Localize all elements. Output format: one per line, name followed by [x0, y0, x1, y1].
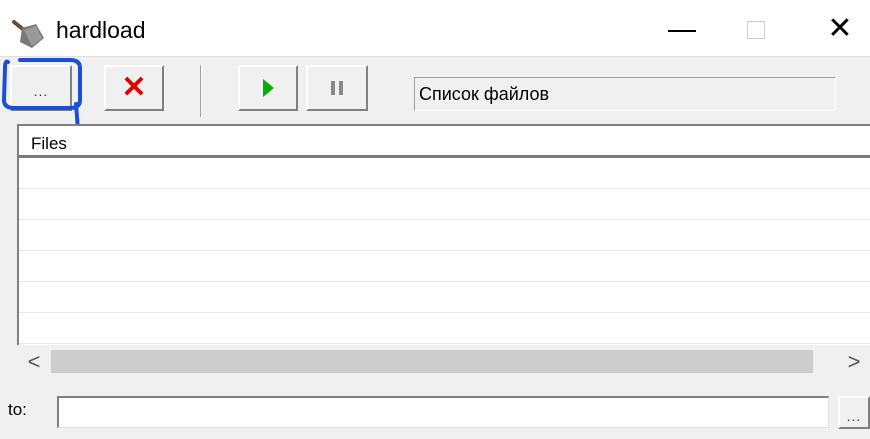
close-icon: ✕ [827, 12, 853, 45]
column-header-files[interactable]: Files [31, 134, 67, 154]
maximize-button[interactable] [728, 0, 784, 56]
add-files-button[interactable]: ... [10, 65, 72, 111]
browse-destination-button[interactable]: ... [838, 396, 870, 429]
minimize-button[interactable] [654, 0, 710, 56]
delete-button[interactable]: ✕ [104, 65, 164, 111]
play-icon [262, 79, 274, 97]
start-button[interactable] [238, 65, 298, 111]
pause-icon [331, 81, 343, 95]
close-button[interactable]: ✕ [812, 0, 868, 56]
title-bar: hardload ✕ [0, 0, 870, 56]
scrollbar-thumb[interactable] [51, 350, 813, 373]
scroll-left-button[interactable]: < [17, 345, 51, 378]
list-row[interactable] [19, 189, 870, 220]
red-x-icon: ✕ [121, 71, 147, 104]
list-rows [19, 158, 870, 344]
destination-path-input[interactable] [57, 396, 829, 428]
list-row[interactable] [19, 282, 870, 313]
window-frame-edge [0, 124, 17, 378]
chevron-right-icon: > [847, 348, 861, 374]
destination-label: to: [8, 400, 27, 419]
horizontal-scrollbar[interactable]: < > [17, 345, 870, 378]
list-header: Files [19, 130, 870, 158]
chevron-left-icon: < [27, 348, 41, 374]
ellipsis-icon: ... [846, 407, 862, 424]
maximize-icon [747, 21, 765, 39]
minimize-icon [668, 30, 696, 32]
toolbar-separator [200, 65, 202, 117]
destination-bar: to: ... [0, 378, 870, 439]
list-row[interactable] [19, 251, 870, 282]
pause-button[interactable] [306, 65, 368, 111]
scroll-right-button[interactable]: > [837, 345, 870, 378]
list-row[interactable] [19, 158, 870, 189]
toolbar: ... ✕ Список файлов [0, 56, 870, 125]
file-list[interactable]: Files [17, 124, 870, 378]
window-title: hardload [56, 17, 146, 43]
status-label: Список файлов [414, 77, 836, 111]
shovel-icon [12, 20, 44, 48]
list-row[interactable] [19, 220, 870, 251]
ellipsis-icon: ... [33, 83, 49, 99]
list-row[interactable] [19, 313, 870, 344]
